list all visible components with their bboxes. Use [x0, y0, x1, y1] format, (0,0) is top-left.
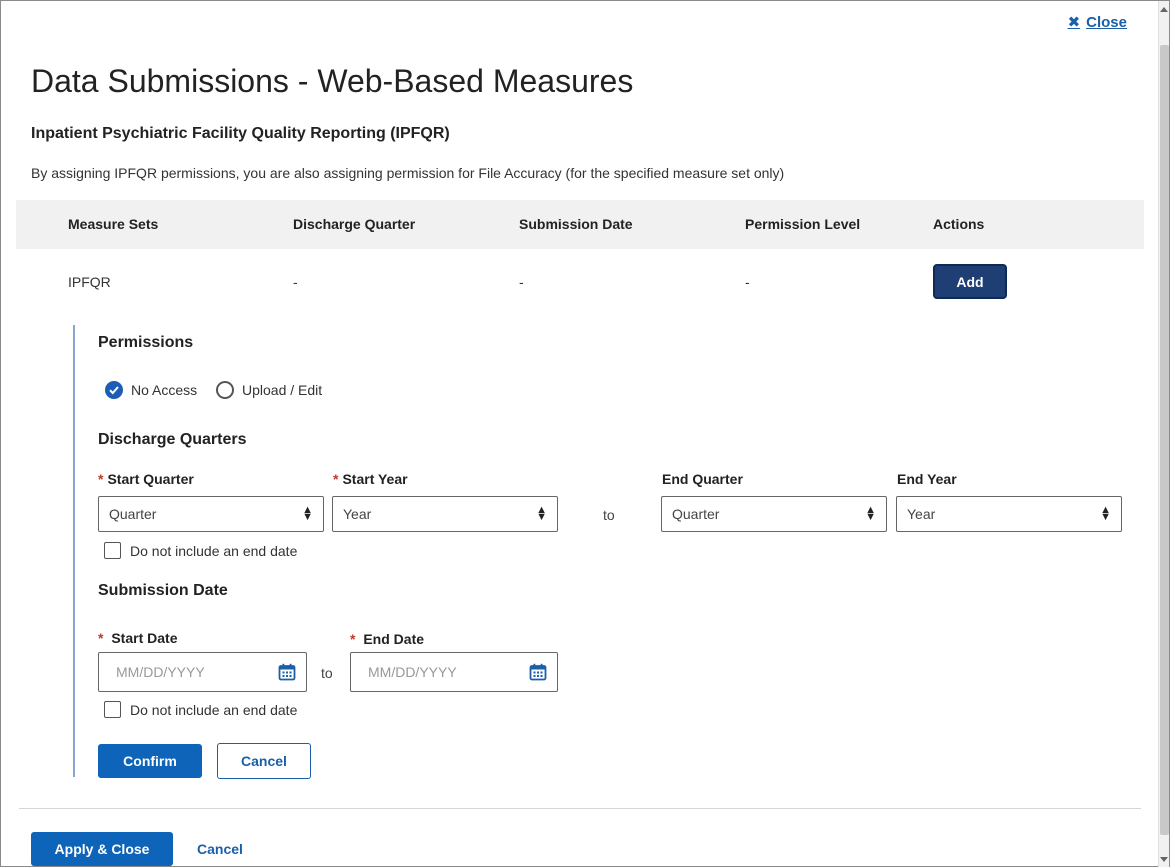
- program-title: Inpatient Psychiatric Facility Quality R…: [31, 125, 450, 142]
- footer-cancel-button[interactable]: Cancel: [197, 841, 243, 857]
- start-date-label-text: Start Date: [111, 630, 178, 646]
- to-label: to: [321, 665, 333, 681]
- checkbox-box: [104, 701, 121, 718]
- scrollbar-thumb[interactable]: [1160, 45, 1169, 835]
- radio-no-access-label: No Access: [131, 382, 198, 398]
- table-header: Measure Sets Discharge Quarter Submissio…: [16, 200, 1144, 249]
- required-marker: *: [98, 630, 104, 646]
- end-quarter-label: End Quarter: [662, 471, 743, 487]
- close-label: Close: [1086, 13, 1127, 31]
- start-date-input[interactable]: MM/DD/YYYY: [98, 652, 307, 692]
- start-date-label: * Start Date: [98, 630, 177, 646]
- confirm-button[interactable]: Confirm: [98, 744, 202, 778]
- close-button[interactable]: ✖ Close: [1067, 13, 1127, 32]
- start-date-placeholder: MM/DD/YYYY: [116, 664, 205, 680]
- end-date-label-text: End Date: [363, 631, 425, 647]
- apply-close-button[interactable]: Apply & Close: [31, 832, 173, 866]
- column-header-permission-level: Permission Level: [745, 216, 861, 232]
- expanded-panel-border: [73, 325, 75, 777]
- start-quarter-select[interactable]: Quarter ▲ ▼: [98, 496, 324, 532]
- start-year-value: Year: [343, 506, 372, 522]
- end-year-select[interactable]: Year ▲ ▼: [896, 496, 1122, 532]
- select-caret-icon: ▲ ▼: [536, 504, 547, 523]
- end-quarter-select[interactable]: Quarter ▲ ▼: [661, 496, 887, 532]
- end-year-value: Year: [907, 506, 936, 522]
- column-header-measure-sets: Measure Sets: [68, 216, 159, 232]
- table-row: IPFQR - - - Add: [16, 259, 1144, 305]
- select-caret-icon: ▲ ▼: [302, 504, 313, 523]
- column-header-submission-date: Submission Date: [519, 216, 633, 232]
- radio-unchecked-icon: [216, 381, 234, 399]
- required-marker: *: [350, 631, 356, 647]
- column-header-actions: Actions: [933, 216, 985, 232]
- radio-upload-edit-label: Upload / Edit: [242, 382, 323, 398]
- footer-divider: [19, 808, 1141, 809]
- select-caret-icon: ▲ ▼: [1100, 504, 1111, 523]
- end-quarter-value: Quarter: [672, 506, 720, 522]
- measure-set-cell: IPFQR: [68, 274, 111, 290]
- start-quarter-label-text: Start Quarter: [107, 471, 194, 487]
- radio-no-access[interactable]: No Access: [105, 381, 197, 399]
- to-label: to: [603, 507, 615, 523]
- start-quarter-label: * Start Quarter: [98, 471, 194, 487]
- start-year-select[interactable]: Year ▲ ▼: [332, 496, 558, 532]
- select-caret-icon: ▲ ▼: [865, 504, 876, 523]
- scroll-up-icon[interactable]: [1160, 7, 1168, 12]
- radio-upload-edit[interactable]: Upload / Edit: [216, 381, 322, 399]
- end-year-label: End Year: [897, 471, 957, 487]
- end-date-label: * End Date: [350, 631, 424, 647]
- permission-level-cell: -: [745, 274, 750, 290]
- permissions-heading: Permissions: [98, 334, 194, 351]
- required-marker: *: [333, 471, 339, 487]
- permissions-dialog: ✖ Close Data Submissions - Web-Based Mea…: [0, 0, 1170, 867]
- start-year-label: * Start Year: [333, 471, 408, 487]
- submission-date-heading: Submission Date: [98, 582, 228, 599]
- form-cancel-button[interactable]: Cancel: [217, 743, 311, 779]
- end-date-placeholder: MM/DD/YYYY: [368, 664, 457, 680]
- no-end-quarter-checkbox[interactable]: Do not include an end date: [104, 542, 297, 559]
- discharge-quarter-cell: -: [293, 274, 298, 290]
- submission-date-cell: -: [519, 274, 524, 290]
- required-marker: *: [98, 471, 104, 487]
- calendar-icon[interactable]: [278, 663, 296, 681]
- calendar-icon[interactable]: [529, 663, 547, 681]
- add-button[interactable]: Add: [933, 264, 1007, 299]
- end-date-input[interactable]: MM/DD/YYYY: [350, 652, 558, 692]
- start-quarter-value: Quarter: [109, 506, 157, 522]
- column-header-discharge-quarter: Discharge Quarter: [293, 216, 416, 232]
- discharge-quarters-heading: Discharge Quarters: [98, 431, 247, 448]
- checkbox-box: [104, 542, 121, 559]
- info-text: By assigning IPFQR permissions, you are …: [31, 165, 785, 181]
- no-end-date-checkbox[interactable]: Do not include an end date: [104, 701, 297, 718]
- checkbox-label: Do not include an end date: [130, 542, 298, 559]
- start-year-label-text: Start Year: [342, 471, 408, 487]
- page-title: Data Submissions - Web-Based Measures: [31, 63, 634, 99]
- scroll-down-icon[interactable]: [1160, 857, 1168, 862]
- scrollbar[interactable]: [1158, 1, 1169, 867]
- close-icon: ✖: [1067, 14, 1081, 31]
- radio-checked-icon: [105, 381, 123, 399]
- checkbox-label: Do not include an end date: [130, 701, 298, 718]
